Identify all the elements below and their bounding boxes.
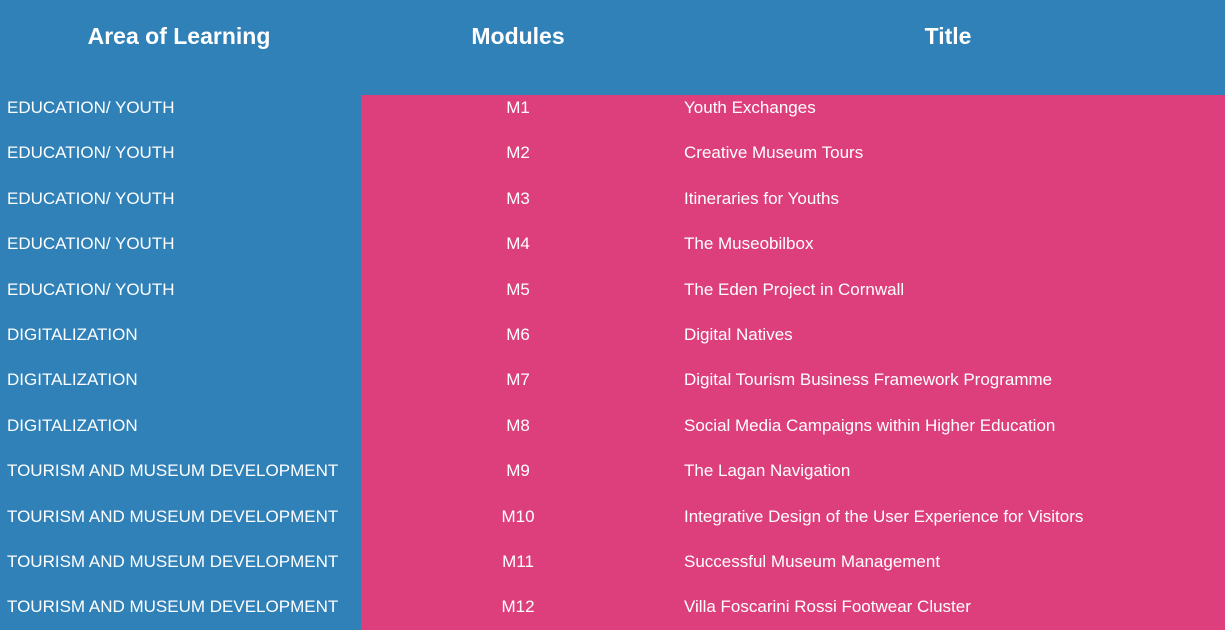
area-cell: TOURISM AND MUSEUM DEVELOPMENT <box>7 461 339 481</box>
module-cell: M8 <box>506 415 530 435</box>
title-cell: Integrative Design of the User Experienc… <box>684 506 1084 526</box>
header-modules: Modules <box>471 23 565 49</box>
title-cell: The Museobilbox <box>684 234 814 254</box>
table-row: TOURISM AND MUSEUM DEVELOPMENT M10 Integ… <box>0 494 1225 539</box>
title-cell: Villa Foscarini Rossi Footwear Cluster <box>684 597 971 617</box>
module-cell: M11 <box>502 551 534 571</box>
module-cell: M6 <box>506 324 530 344</box>
table-row: EDUCATION/ YOUTH M3 Itineraries for Yout… <box>0 176 1225 221</box>
title-cell: Digital Natives <box>684 324 793 344</box>
title-cell: Digital Tourism Business Framework Progr… <box>684 370 1053 390</box>
module-cell: M7 <box>506 370 530 390</box>
title-cell: Social Media Campaigns within Higher Edu… <box>684 415 1056 435</box>
table-row: TOURISM AND MUSEUM DEVELOPMENT M9 The La… <box>0 448 1225 493</box>
area-cell: EDUCATION/ YOUTH <box>7 188 175 208</box>
table-row: DIGITALIZATION M6 Digital Natives <box>0 312 1225 357</box>
area-cell: DIGITALIZATION <box>7 324 138 344</box>
table-header: Area of Learning Modules Title <box>0 0 1225 95</box>
table-row: TOURISM AND MUSEUM DEVELOPMENT M12 Villa… <box>0 584 1225 629</box>
area-cell: EDUCATION/ YOUTH <box>7 279 175 299</box>
area-cell: TOURISM AND MUSEUM DEVELOPMENT <box>7 551 339 571</box>
area-cell: DIGITALIZATION <box>7 415 138 435</box>
module-cell: M4 <box>506 234 530 254</box>
module-cell: M2 <box>506 143 530 163</box>
module-cell: M12 <box>501 597 535 617</box>
title-cell: Youth Exchanges <box>684 98 816 117</box>
table-body: EDUCATION/ YOUTH M1 Youth Exchanges EDUC… <box>0 85 1225 630</box>
module-cell: M1 <box>506 98 530 117</box>
area-cell: EDUCATION/ YOUTH <box>7 234 175 254</box>
table-row: EDUCATION/ YOUTH M5 The Eden Project in … <box>0 267 1225 312</box>
title-cell: The Lagan Navigation <box>684 461 851 481</box>
table-row: EDUCATION/ YOUTH M1 Youth Exchanges <box>0 85 1225 130</box>
title-cell: Itineraries for Youths <box>684 188 839 208</box>
title-cell: Creative Museum Tours <box>684 143 864 163</box>
header-area-of-learning: Area of Learning <box>87 23 271 49</box>
table-row: EDUCATION/ YOUTH M2 Creative Museum Tour… <box>0 130 1225 175</box>
title-cell: The Eden Project in Cornwall <box>684 279 905 299</box>
table-row: DIGITALIZATION M7 Digital Tourism Busine… <box>0 357 1225 402</box>
area-cell: TOURISM AND MUSEUM DEVELOPMENT <box>7 597 339 617</box>
area-cell: EDUCATION/ YOUTH <box>7 143 175 163</box>
module-cell: M10 <box>501 506 535 526</box>
module-cell: M3 <box>506 188 530 208</box>
area-cell: EDUCATION/ YOUTH <box>7 98 175 117</box>
table-row: TOURISM AND MUSEUM DEVELOPMENT M11 Succe… <box>0 539 1225 584</box>
module-cell: M9 <box>506 461 530 481</box>
table-row: EDUCATION/ YOUTH M4 The Museobilbox <box>0 221 1225 266</box>
header-title: Title <box>924 23 972 49</box>
module-cell: M5 <box>506 279 530 299</box>
area-cell: TOURISM AND MUSEUM DEVELOPMENT <box>7 506 339 526</box>
area-cell: DIGITALIZATION <box>7 370 138 390</box>
table-row: DIGITALIZATION M8 Social Media Campaigns… <box>0 403 1225 448</box>
title-cell: Successful Museum Management <box>684 551 941 571</box>
